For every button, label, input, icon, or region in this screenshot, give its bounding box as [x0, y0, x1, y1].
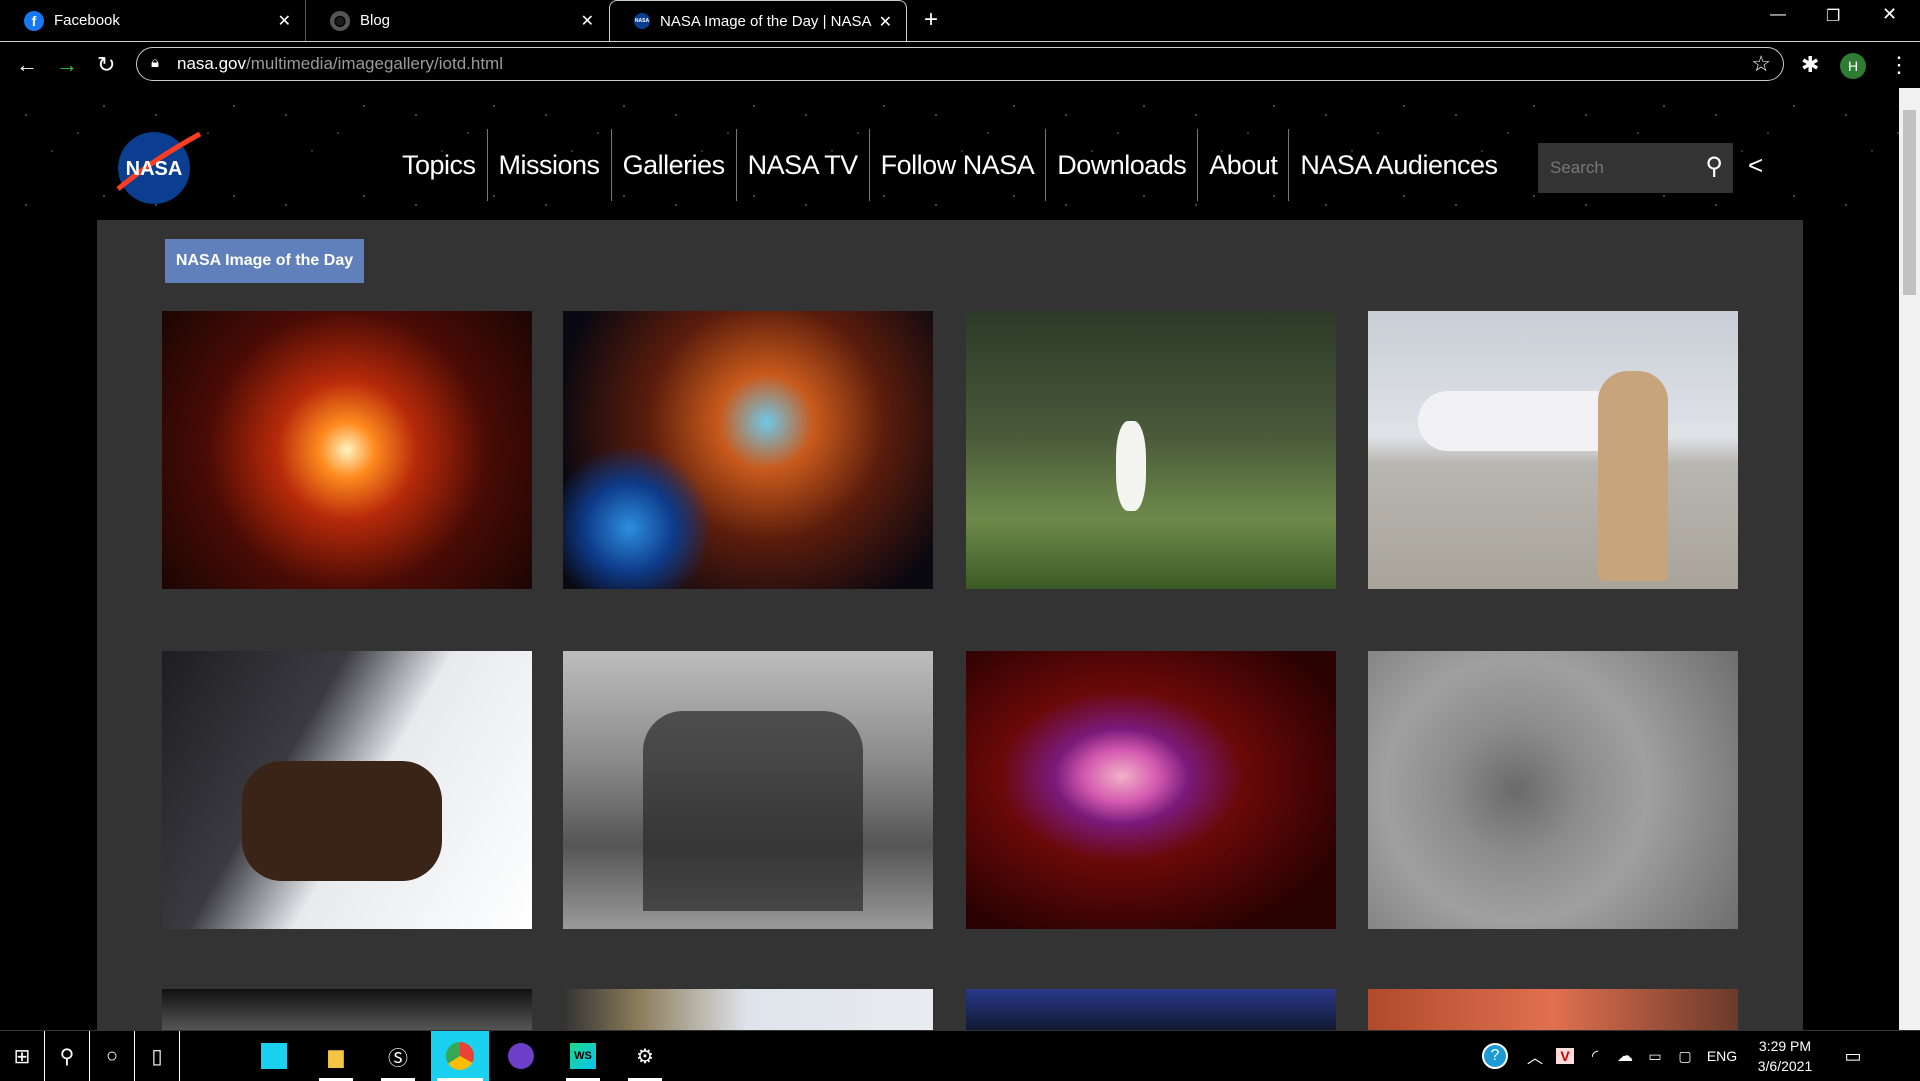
- minimize-button[interactable]: —: [1770, 6, 1786, 24]
- wifi-icon[interactable]: ◜: [1580, 1031, 1610, 1081]
- gallery-image[interactable]: [162, 651, 532, 929]
- github-desktop-icon[interactable]: [498, 1031, 544, 1081]
- gallery-image[interactable]: [563, 989, 933, 1030]
- nasa-icon: NASA: [634, 13, 650, 29]
- close-tab-icon[interactable]: ✕: [879, 12, 892, 32]
- gallery-panel: NASA Image of the Day: [97, 220, 1803, 1030]
- gallery-image[interactable]: [1368, 989, 1738, 1030]
- gallery-image[interactable]: [563, 651, 933, 929]
- restore-button[interactable]: ❐: [1826, 6, 1840, 26]
- nasa-logo[interactable]: NASA: [114, 129, 202, 206]
- menu-icon[interactable]: ⋮: [1888, 52, 1910, 78]
- clock[interactable]: 3:29 PM 3/6/2021: [1745, 1031, 1825, 1081]
- nav-nasa-tv[interactable]: NASA TV: [737, 129, 870, 201]
- battery-icon[interactable]: ▭: [1640, 1031, 1670, 1081]
- share-icon[interactable]: <: [1748, 150, 1763, 181]
- cortana-icon[interactable]: ○: [90, 1031, 135, 1081]
- onedrive-icon[interactable]: ☁: [1610, 1031, 1640, 1081]
- gallery-image[interactable]: [966, 311, 1336, 589]
- tab-title: NASA Image of the Day | NASA: [660, 12, 872, 30]
- tab-nasa[interactable]: NASA NASA Image of the Day | NASA ✕: [609, 0, 907, 41]
- svg-text:NASA: NASA: [126, 158, 183, 180]
- antivirus-icon[interactable]: V: [1550, 1031, 1580, 1081]
- file-explorer-icon[interactable]: ▆: [313, 1031, 359, 1081]
- skype-icon[interactable]: Ⓢ: [375, 1031, 421, 1081]
- gallery-image[interactable]: [966, 989, 1336, 1030]
- close-tab-icon[interactable]: ✕: [278, 11, 291, 31]
- notifications-icon[interactable]: ▭: [1830, 1031, 1876, 1081]
- address-toolbar: ← → ↻ 🔒︎ nasa.gov/multimedia/imagegaller…: [0, 41, 1920, 88]
- help-icon[interactable]: ?: [1480, 1031, 1510, 1081]
- globe-icon: ◍: [330, 10, 350, 31]
- nav-missions[interactable]: Missions: [488, 129, 612, 201]
- bookmark-star-icon[interactable]: ☆: [1751, 51, 1771, 77]
- nav-topics[interactable]: Topics: [391, 129, 488, 201]
- language-indicator[interactable]: ENG: [1704, 1031, 1740, 1081]
- webstorm-icon[interactable]: WS: [560, 1031, 606, 1081]
- search-placeholder: Search: [1550, 158, 1604, 177]
- scrollbar-thumb[interactable]: [1903, 110, 1916, 295]
- forward-icon[interactable]: →: [56, 52, 78, 78]
- web-page: NASA Topics Missions Galleries NASA TV F…: [0, 88, 1899, 1030]
- close-tab-icon[interactable]: ✕: [581, 11, 594, 31]
- section-badge[interactable]: NASA Image of the Day: [165, 239, 364, 283]
- address-bar[interactable]: 🔒︎ nasa.gov/multimedia/imagegallery/iotd…: [136, 47, 1784, 81]
- search-taskbar-icon[interactable]: ⚲: [45, 1031, 90, 1081]
- gallery-image[interactable]: [966, 651, 1336, 929]
- url-host: nasa.gov: [177, 54, 246, 73]
- show-hidden-icons[interactable]: ︿: [1520, 1031, 1550, 1081]
- gallery-image[interactable]: [1368, 651, 1738, 929]
- tab-facebook[interactable]: f Facebook ✕: [0, 0, 305, 41]
- chrome-taskbar-icon[interactable]: [431, 1031, 489, 1081]
- settings-icon[interactable]: ⚙: [622, 1031, 668, 1081]
- main-nav: Topics Missions Galleries NASA TV Follow…: [391, 129, 1509, 201]
- nav-about[interactable]: About: [1198, 129, 1290, 201]
- tab-title: Blog: [360, 12, 391, 29]
- new-tab-button[interactable]: +: [924, 6, 938, 34]
- search-input[interactable]: Search ⚲: [1538, 143, 1733, 193]
- camera-app-icon[interactable]: [251, 1031, 297, 1081]
- start-button[interactable]: ⊞: [0, 1031, 45, 1081]
- clock-time: 3:29 PM: [1758, 1038, 1812, 1054]
- task-view-icon[interactable]: ▯: [135, 1031, 180, 1081]
- gallery-image[interactable]: [162, 311, 532, 589]
- search-icon[interactable]: ⚲: [1705, 152, 1723, 181]
- extensions-icon[interactable]: ✱: [1801, 52, 1819, 78]
- lock-icon: 🔒︎: [151, 54, 159, 71]
- gallery-image[interactable]: [162, 989, 532, 1030]
- tab-blog[interactable]: ◍ Blog ✕: [305, 0, 608, 41]
- tab-title: Facebook: [54, 12, 120, 29]
- windows-taskbar: ⊞ ⚲ ○ ▯ ▆ Ⓢ WS ⚙ ? ︿ V ◜ ☁ ▭ ▢ ENG 3:29 …: [0, 1030, 1920, 1081]
- facebook-icon: f: [24, 10, 44, 31]
- gallery-image[interactable]: [563, 311, 933, 589]
- clock-date: 3/6/2021: [1757, 1058, 1813, 1074]
- nav-downloads[interactable]: Downloads: [1046, 129, 1199, 201]
- nav-galleries[interactable]: Galleries: [612, 129, 737, 201]
- url-path: /multimedia/imagegallery/iotd.html: [246, 54, 503, 73]
- gallery-image[interactable]: [1368, 311, 1738, 589]
- back-icon[interactable]: ←: [16, 52, 38, 78]
- nav-follow-nasa[interactable]: Follow NASA: [870, 129, 1047, 201]
- close-window-button[interactable]: ✕: [1882, 4, 1897, 25]
- profile-avatar[interactable]: H: [1840, 53, 1866, 79]
- tab-bar: f Facebook ✕ ◍ Blog ✕ NASA NASA Image of…: [0, 0, 1920, 41]
- meet-now-icon[interactable]: ▢: [1670, 1031, 1700, 1081]
- reload-icon[interactable]: ↻: [97, 52, 115, 78]
- nav-nasa-audiences[interactable]: NASA Audiences: [1289, 129, 1508, 201]
